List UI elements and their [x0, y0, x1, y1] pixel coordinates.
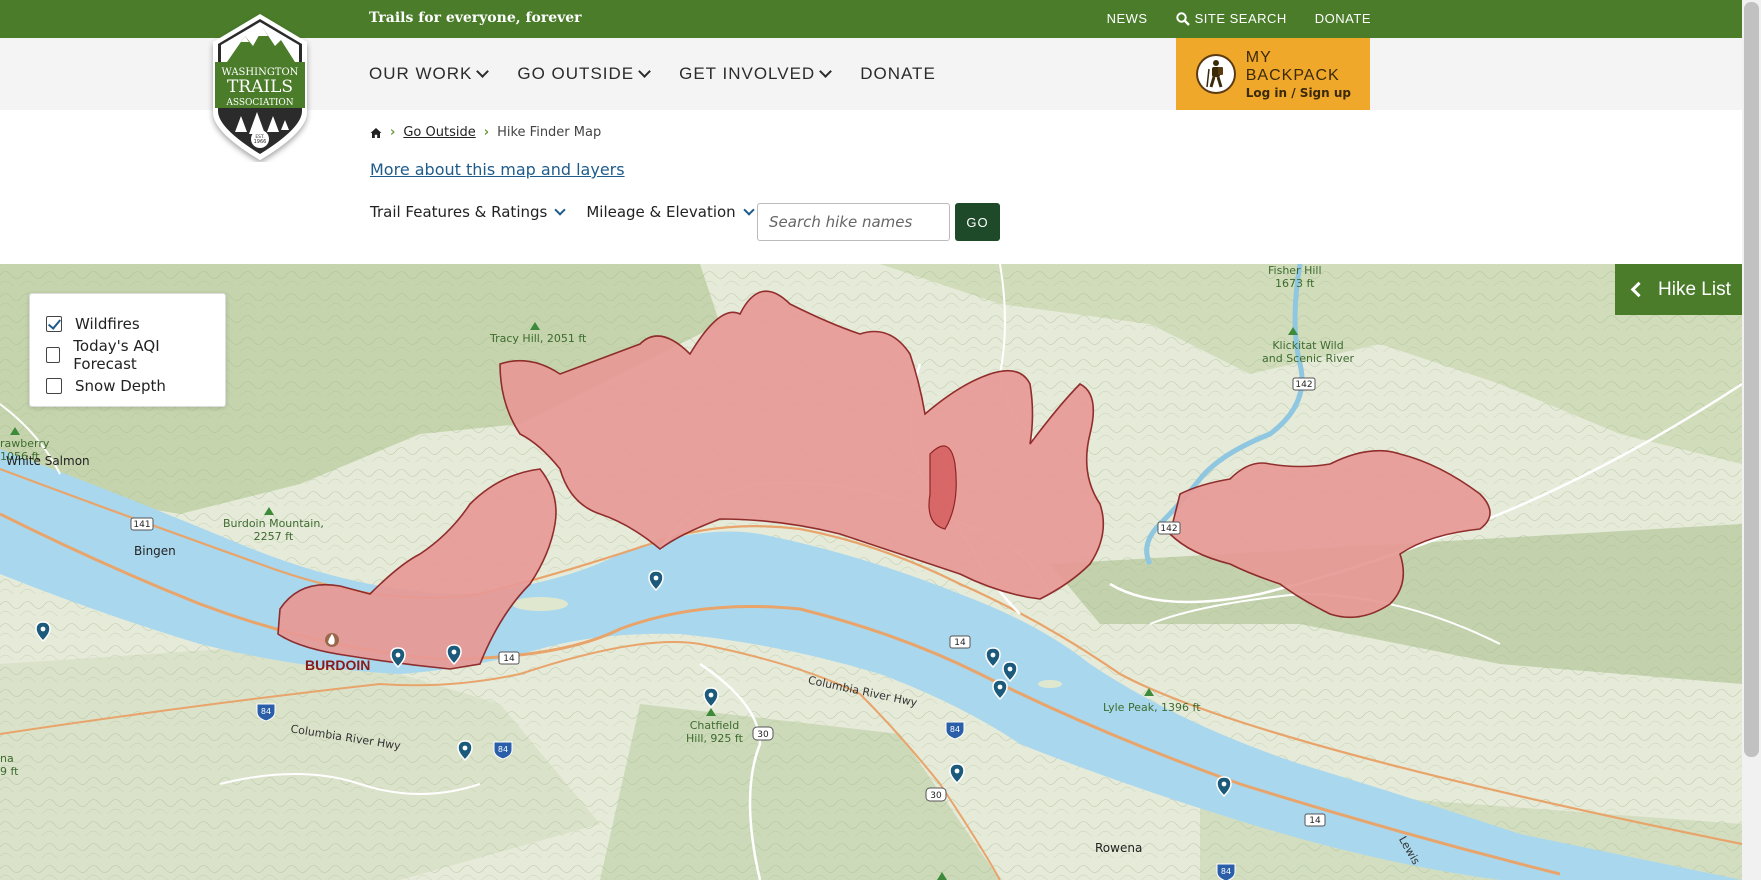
- svg-text:142: 142: [1295, 380, 1312, 390]
- nav-our-work-label: OUR WORK: [369, 64, 473, 83]
- svg-text:84: 84: [261, 707, 271, 716]
- nav-go-outside-label: GO OUTSIDE: [517, 64, 635, 83]
- nav-go-outside[interactable]: GO OUTSIDE: [517, 64, 651, 84]
- svg-text:30: 30: [930, 791, 942, 801]
- fire-icon[interactable]: [325, 633, 339, 647]
- hike-list-label: Hike List: [1658, 278, 1731, 300]
- wildfires-label: Wildfires: [75, 314, 140, 333]
- chevron-right-icon: ›: [390, 125, 396, 140]
- fire-name-burdoin: BURDOIN: [305, 657, 371, 673]
- logo-line-trails: TRAILS: [227, 77, 293, 97]
- svg-text:84: 84: [950, 725, 960, 734]
- logo-line-association: ASSOCIATION: [225, 98, 293, 108]
- label-klickitat-river: Klickitat Wild and Scenic River: [1262, 339, 1355, 365]
- layer-aqi-toggle[interactable]: Today's AQI Forecast: [46, 336, 209, 373]
- svg-text:14: 14: [503, 654, 515, 664]
- svg-text:141: 141: [133, 520, 150, 530]
- map-canvas[interactable]: 141 142 142 14 14 14 84 84 84 84 30 30: [0, 264, 1742, 880]
- hike-finder-map[interactable]: 141 142 142 14 14 14 84 84 84 84 30 30 T…: [0, 264, 1742, 880]
- mileage-elevation-label: Mileage & Elevation: [586, 203, 736, 221]
- svg-text:142: 142: [1160, 524, 1177, 534]
- nav-donate[interactable]: DONATE: [860, 64, 936, 84]
- interstate-shield: 84: [1216, 863, 1236, 880]
- chevron-down-icon: [554, 203, 566, 216]
- login-signup-link[interactable]: Log in / Sign up: [1246, 86, 1370, 100]
- wta-logo[interactable]: WASHINGTON TRAILS ASSOCIATION EST. 1966: [205, 12, 315, 162]
- svg-text:84: 84: [498, 745, 508, 754]
- logo-year: 1966: [254, 139, 267, 145]
- my-backpack-button[interactable]: MY BACKPACK Log in / Sign up: [1176, 38, 1370, 110]
- town-bingen: Bingen: [134, 544, 176, 558]
- svg-text:14: 14: [954, 638, 966, 648]
- route-shield: 14: [1304, 813, 1326, 827]
- label-burdoin-mountain: Burdoin Mountain, 2257 ft: [223, 517, 324, 543]
- search-hike-input[interactable]: [757, 203, 950, 241]
- home-icon[interactable]: [370, 127, 382, 139]
- trail-features-label: Trail Features & Ratings: [370, 203, 548, 221]
- route-shield: 14: [498, 651, 520, 665]
- tagline: Trails for everyone, forever: [369, 10, 582, 26]
- label-tracy-hill: Tracy Hill, 2051 ft: [490, 332, 587, 345]
- go-button[interactable]: GO: [955, 203, 1000, 241]
- nav-get-involved-label: GET INVOLVED: [679, 64, 816, 83]
- aqi-label: Today's AQI Forecast: [73, 336, 160, 373]
- breadcrumb-go-outside[interactable]: Go Outside: [403, 125, 475, 140]
- town-rowena: Rowena: [1095, 841, 1143, 855]
- search-icon: [1175, 11, 1190, 26]
- snow-depth-label: Snow Depth: [75, 376, 166, 395]
- route-shield: 142: [1292, 377, 1316, 391]
- svg-text:30: 30: [757, 730, 769, 740]
- svg-text:84: 84: [1221, 867, 1231, 876]
- chevron-right-icon: ›: [483, 125, 490, 140]
- breadcrumb-current: Hike Finder Map: [497, 125, 602, 140]
- filter-bar: Trail Features & Ratings Mileage & Eleva…: [370, 203, 755, 221]
- town-white-salmon: White Salmon: [6, 454, 90, 468]
- site-search-link[interactable]: SITE SEARCH: [1175, 11, 1287, 26]
- chevron-down-icon: [638, 65, 651, 78]
- hike-list-button[interactable]: Hike List: [1615, 264, 1742, 315]
- chevron-left-icon: [1630, 281, 1647, 298]
- main-nav: OUR WORK GO OUTSIDE GET INVOLVED DONATE: [369, 64, 936, 84]
- map-layers-panel: Wildfires Today's AQI Forecast Snow Dept…: [29, 293, 226, 407]
- page: Trails for everyone, forever NEWS SITE S…: [0, 0, 1761, 880]
- route-shield: 142: [1157, 521, 1181, 535]
- aqi-checkbox[interactable]: [46, 346, 61, 363]
- chevron-down-icon: [819, 65, 833, 78]
- layer-snow-toggle[interactable]: Snow Depth: [46, 370, 209, 401]
- hiker-icon: [1196, 54, 1236, 94]
- news-link[interactable]: NEWS: [1107, 11, 1148, 26]
- wildfires-checkbox[interactable]: [46, 315, 62, 332]
- nav-get-involved[interactable]: GET INVOLVED: [679, 64, 833, 84]
- label-partial-peak: na 9 ft: [0, 752, 19, 778]
- nav-our-work[interactable]: OUR WORK: [369, 64, 490, 84]
- scrollbar-thumb[interactable]: [1744, 2, 1759, 757]
- label-lyle-peak: Lyle Peak, 1396 ft: [1103, 701, 1201, 714]
- top-links: NEWS SITE SEARCH DONATE: [1107, 11, 1371, 26]
- breadcrumb: › Go Outside › Hike Finder Map: [370, 125, 601, 140]
- donate-top-link[interactable]: DONATE: [1315, 11, 1371, 26]
- chevron-down-icon: [476, 65, 490, 78]
- trail-features-dropdown[interactable]: Trail Features & Ratings: [370, 203, 566, 221]
- snow-depth-checkbox[interactable]: [46, 377, 62, 394]
- more-about-map-link[interactable]: More about this map and layers: [370, 160, 625, 179]
- svg-text:14: 14: [1309, 816, 1321, 826]
- route-shield: 14: [949, 635, 971, 649]
- layer-wildfires-toggle[interactable]: Wildfires: [46, 308, 209, 339]
- site-search-label: SITE SEARCH: [1194, 11, 1287, 26]
- label-chatfield-hill: Chatfield Hill, 925 ft: [686, 719, 743, 745]
- backpack-title: MY BACKPACK: [1245, 48, 1340, 84]
- mileage-elevation-dropdown[interactable]: Mileage & Elevation: [586, 203, 755, 221]
- route-shield: 30: [752, 726, 774, 741]
- route-shield: 141: [130, 517, 154, 531]
- route-shield: 30: [925, 787, 947, 802]
- label-fisher-hill: Fisher Hill 1673 ft: [1268, 264, 1322, 290]
- chevron-down-icon: [743, 203, 755, 216]
